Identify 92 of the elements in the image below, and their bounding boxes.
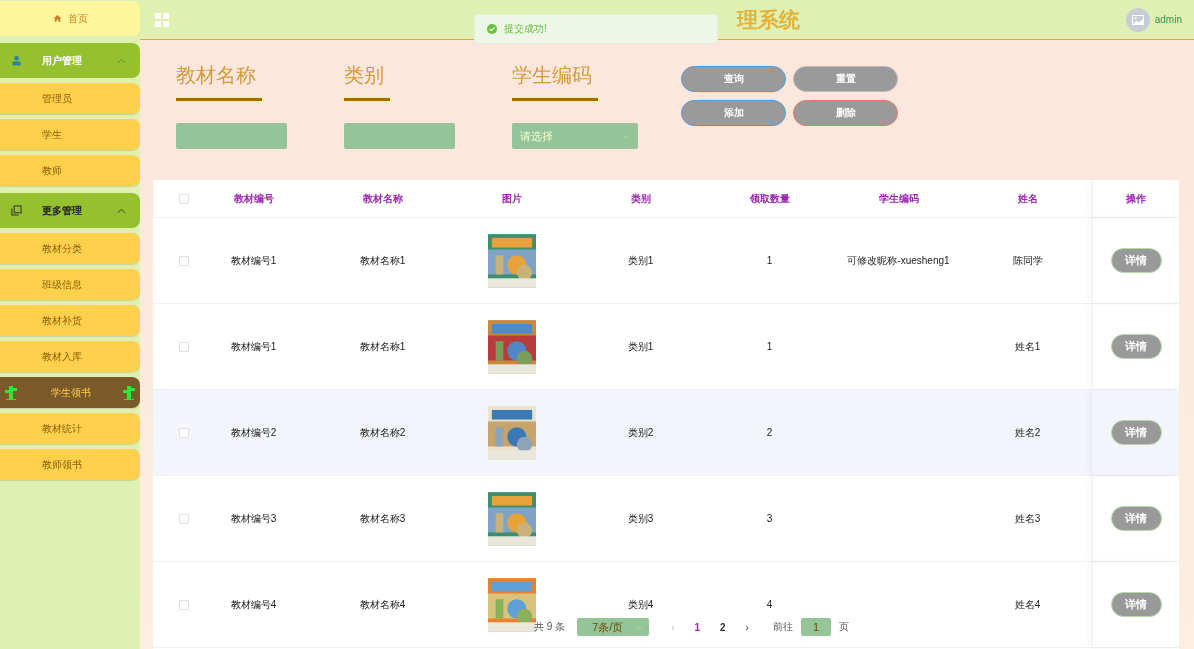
next-page-button[interactable]: › bbox=[739, 621, 755, 633]
table-cell: 类别2 bbox=[627, 425, 654, 440]
column-header: 图片 bbox=[501, 191, 522, 206]
table-cell: 类别1 bbox=[627, 253, 654, 268]
app-title: 理系统 bbox=[737, 7, 800, 31]
table-cell: 1 bbox=[766, 341, 773, 352]
action-button[interactable]: 删除 bbox=[793, 100, 898, 126]
row-checkbox[interactable] bbox=[179, 255, 189, 266]
page-size-select[interactable]: 7条/页 bbox=[577, 618, 650, 636]
avatar[interactable] bbox=[1125, 7, 1150, 32]
chevron-down-icon bbox=[622, 133, 630, 139]
table-cell: 陈同学 bbox=[1012, 253, 1043, 268]
page-number[interactable]: 1 bbox=[688, 621, 707, 633]
column-header: 教材名称 bbox=[362, 191, 403, 206]
table-cell: 姓名1 bbox=[1014, 339, 1041, 354]
table-cell: 4 bbox=[766, 599, 773, 610]
menu-item[interactable]: 教材入库 bbox=[0, 341, 140, 372]
details-button[interactable]: 详情 bbox=[1110, 334, 1162, 359]
home-menu-item[interactable]: 首页 bbox=[0, 1, 140, 36]
table-cell: 姓名4 bbox=[1014, 597, 1041, 612]
table-cell: 教材编号3 bbox=[230, 511, 277, 526]
page-input[interactable]: 1 bbox=[800, 618, 831, 636]
user-icon bbox=[11, 55, 22, 66]
signpost-icon bbox=[4, 384, 18, 401]
chevron-up-icon bbox=[117, 207, 126, 214]
table-cell: 类别3 bbox=[627, 511, 654, 526]
row-checkbox[interactable] bbox=[179, 599, 189, 610]
table-cell: 类别1 bbox=[627, 339, 654, 354]
menu-item[interactable]: 学生 bbox=[0, 119, 140, 150]
grid-icon[interactable] bbox=[155, 12, 169, 27]
action-button[interactable]: 添加 bbox=[681, 100, 786, 126]
input-field[interactable] bbox=[344, 123, 455, 149]
menu-item[interactable]: 教材分类 bbox=[0, 233, 140, 264]
chevron-down-icon bbox=[635, 624, 644, 630]
page-number[interactable]: 2 bbox=[714, 621, 732, 633]
menu-item[interactable]: 教师 bbox=[0, 155, 140, 186]
details-button[interactable]: 详情 bbox=[1110, 592, 1162, 617]
image-icon bbox=[1131, 14, 1144, 25]
check-circle-icon bbox=[487, 24, 497, 34]
page-unit: 页 bbox=[838, 620, 849, 634]
menu-item[interactable]: 管理员 bbox=[0, 83, 140, 114]
signpost-icon bbox=[122, 384, 136, 401]
menu-item[interactable]: 教材补货 bbox=[0, 305, 140, 336]
action-button[interactable]: 重置 bbox=[793, 66, 898, 92]
menu-item[interactable]: 教师领书 bbox=[0, 449, 140, 480]
menu-item[interactable]: 教材统计 bbox=[0, 413, 140, 444]
table-cell: 姓名3 bbox=[1014, 511, 1041, 526]
total-count: 共 9 条 bbox=[534, 620, 566, 634]
column-header: 操作 bbox=[1126, 191, 1146, 206]
table-cell: 教材名称3 bbox=[359, 511, 406, 526]
table-cell: 1 bbox=[766, 255, 773, 266]
row-checkbox[interactable] bbox=[179, 513, 189, 524]
field-label: 类别 bbox=[344, 63, 385, 88]
details-button[interactable]: 详情 bbox=[1110, 420, 1162, 445]
table-cell: 教材编号1 bbox=[230, 339, 277, 354]
input-field[interactable] bbox=[176, 123, 287, 149]
table-cell: 类别4 bbox=[627, 597, 654, 612]
table-cell: 教材名称1 bbox=[359, 253, 406, 268]
label-underline bbox=[344, 98, 390, 101]
column-header: 姓名 bbox=[1017, 191, 1038, 206]
table-cell: 3 bbox=[766, 513, 773, 524]
table-cell: 教材名称1 bbox=[359, 339, 406, 354]
row-checkbox[interactable] bbox=[179, 427, 189, 438]
username[interactable]: admin bbox=[1154, 14, 1182, 25]
column-header: 领取数量 bbox=[749, 191, 790, 206]
column-header: 类别 bbox=[630, 191, 651, 206]
field-label: 学生编码 bbox=[512, 63, 593, 88]
table-cell: 教材名称4 bbox=[359, 597, 406, 612]
menu-item[interactable]: 班级信息 bbox=[0, 269, 140, 300]
home-icon bbox=[52, 14, 62, 23]
table-cell: 教材名称2 bbox=[359, 425, 406, 440]
table-cell: 教材编号4 bbox=[230, 597, 277, 612]
details-button[interactable]: 详情 bbox=[1110, 248, 1162, 273]
action-button[interactable]: 查询 bbox=[681, 66, 786, 92]
toast-message: 提交成功! bbox=[504, 22, 547, 36]
chevron-up-icon bbox=[117, 57, 126, 64]
row-checkbox[interactable] bbox=[179, 341, 189, 352]
select-all-checkbox[interactable] bbox=[179, 193, 189, 204]
table-cell: 姓名2 bbox=[1014, 425, 1041, 440]
table-cell: 可修改昵称-xuesheng1 bbox=[847, 253, 950, 268]
menu-group[interactable]: 更多管理 bbox=[0, 193, 140, 228]
menu-item[interactable]: 学生领书 bbox=[0, 377, 140, 408]
column-header: 学生编码 bbox=[878, 191, 919, 206]
menu-group[interactable]: 用户管理 bbox=[0, 43, 140, 78]
column-header: 教材编号 bbox=[233, 191, 274, 206]
details-button[interactable]: 详情 bbox=[1110, 506, 1162, 531]
field-label: 教材名称 bbox=[176, 63, 257, 88]
table-cell: 教材编号1 bbox=[230, 253, 277, 268]
copy-icon bbox=[11, 205, 22, 216]
table-cell: 教材编号2 bbox=[230, 425, 277, 440]
table-cell: 2 bbox=[766, 427, 773, 438]
goto-label: 前往 bbox=[772, 620, 793, 634]
